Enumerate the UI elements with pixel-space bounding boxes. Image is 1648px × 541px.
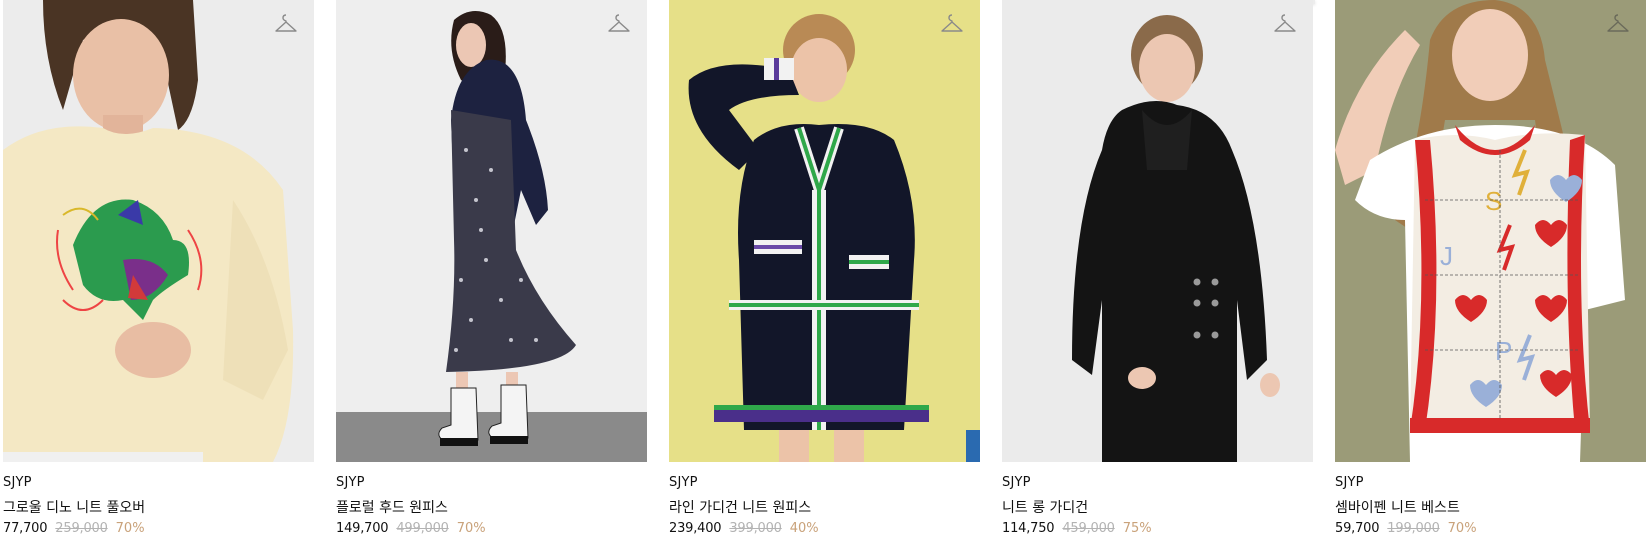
discount-rate: 75% xyxy=(1122,521,1152,536)
sale-price: 239,400 xyxy=(669,521,722,536)
discount-rate: 70% xyxy=(456,521,486,536)
product-brand[interactable]: SJYP xyxy=(1002,475,1031,490)
product-image[interactable]: J P S xyxy=(1335,0,1646,462)
product-name[interactable]: 니트 롱 가디건 xyxy=(1002,497,1088,517)
hanger-icon[interactable] xyxy=(1273,13,1297,35)
sale-price: 77,700 xyxy=(3,521,48,536)
product-name[interactable]: 셈바이펜 니트 베스트 xyxy=(1335,497,1460,517)
product-name[interactable]: 라인 가디건 니트 원피스 xyxy=(669,497,811,517)
sale-price: 149,700 xyxy=(336,521,389,536)
product-brand[interactable]: SJYP xyxy=(3,475,32,490)
hanger-icon[interactable] xyxy=(940,13,964,35)
svg-text:J: J xyxy=(1440,241,1453,271)
sale-price: 114,750 xyxy=(1002,521,1055,536)
product-grid: SJYP 그로울 디노 니트 풀오버 77,700 259,000 70% SJ… xyxy=(0,0,1648,541)
original-price: 459,000 xyxy=(1062,521,1115,536)
product-card[interactable]: SJYP 그로울 디노 니트 풀오버 77,700 259,000 70% xyxy=(3,0,314,541)
product-image[interactable] xyxy=(336,0,647,462)
original-price: 399,000 xyxy=(729,521,782,536)
hanger-icon[interactable] xyxy=(607,13,631,35)
product-image[interactable] xyxy=(669,0,980,462)
product-prices: 59,700 199,000 70% xyxy=(1335,521,1477,536)
product-brand[interactable]: SJYP xyxy=(1335,475,1364,490)
discount-rate: 70% xyxy=(1447,521,1477,536)
product-image[interactable] xyxy=(3,0,314,462)
product-prices: 77,700 259,000 70% xyxy=(3,521,145,536)
svg-text:P: P xyxy=(1495,336,1512,366)
hanger-icon[interactable] xyxy=(1606,13,1630,35)
product-name[interactable]: 플로럴 후드 원피스 xyxy=(336,497,448,517)
sale-price: 59,700 xyxy=(1335,521,1380,536)
product-card[interactable]: SJYP 니트 롱 가디건 114,750 459,000 75% xyxy=(1002,0,1313,541)
product-brand[interactable]: SJYP xyxy=(669,475,698,490)
product-card[interactable]: J P S SJYP 셈바이펜 니트 베스트 59,700 199,000 70% xyxy=(1335,0,1646,541)
hanger-icon[interactable] xyxy=(274,13,298,35)
product-prices: 114,750 459,000 75% xyxy=(1002,521,1152,536)
product-card[interactable]: SJYP 플로럴 후드 원피스 149,700 499,000 70% xyxy=(336,0,647,541)
discount-rate: 40% xyxy=(789,521,819,536)
product-brand[interactable]: SJYP xyxy=(336,475,365,490)
original-price: 499,000 xyxy=(396,521,449,536)
original-price: 199,000 xyxy=(1387,521,1440,536)
product-prices: 239,400 399,000 40% xyxy=(669,521,819,536)
product-card[interactable]: SJYP 라인 가디건 니트 원피스 239,400 399,000 40% xyxy=(669,0,980,541)
product-image[interactable] xyxy=(1002,0,1313,462)
original-price: 259,000 xyxy=(55,521,108,536)
product-prices: 149,700 499,000 70% xyxy=(336,521,486,536)
product-name[interactable]: 그로울 디노 니트 풀오버 xyxy=(3,497,145,517)
discount-rate: 70% xyxy=(115,521,145,536)
